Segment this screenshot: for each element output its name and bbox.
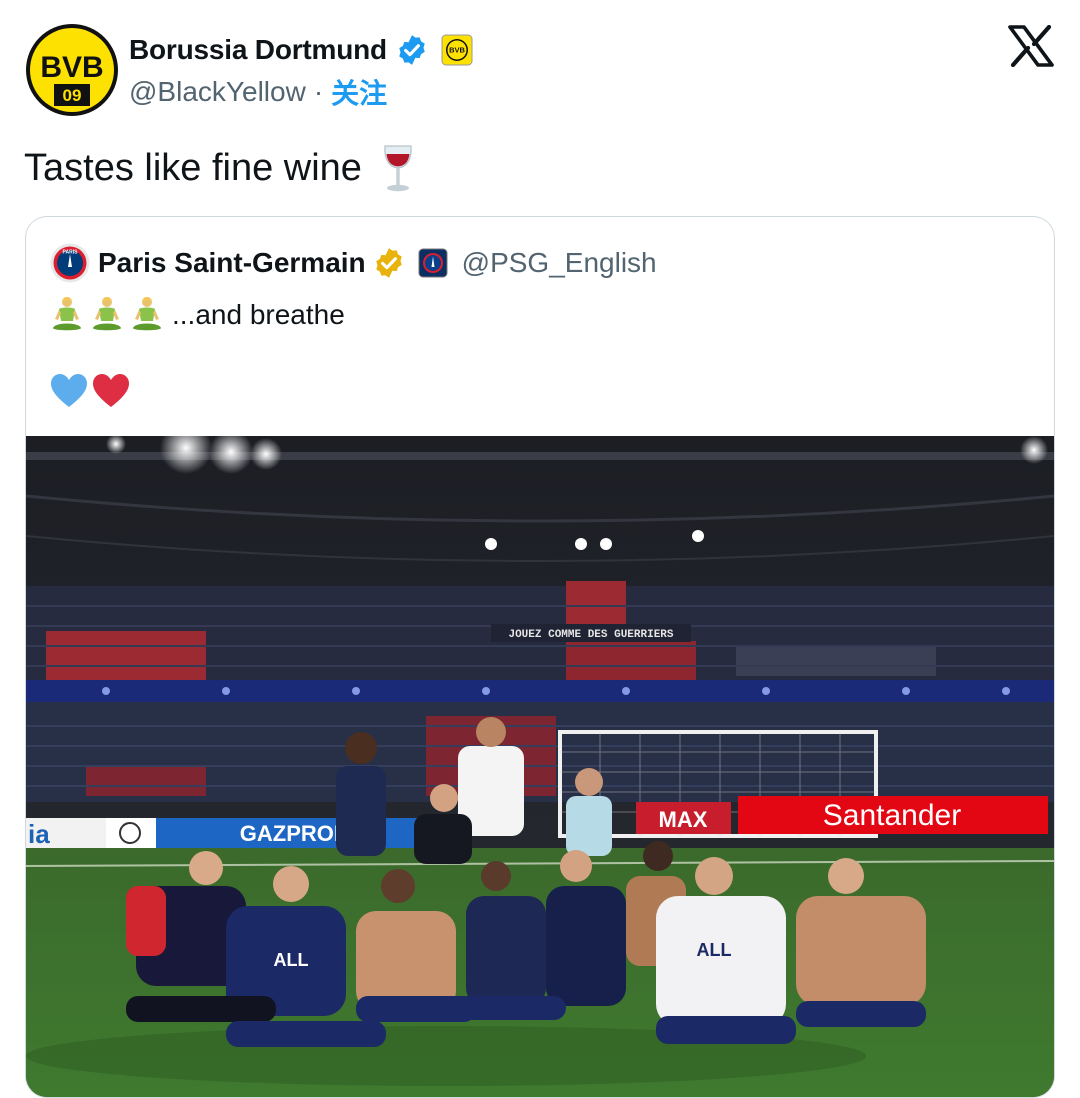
photo-sponsor-3: ia xyxy=(28,819,50,849)
gold-verified-badge-icon xyxy=(375,248,402,278)
follow-button[interactable]: 关注 xyxy=(331,72,387,112)
photo-sponsor-1: GAZPROM xyxy=(240,821,352,846)
quoted-handle[interactable]: @PSG_English xyxy=(462,247,657,279)
quoted-avatar[interactable]: PARIS xyxy=(50,243,90,283)
author-name[interactable]: Borussia Dortmund xyxy=(129,34,387,66)
person-in-lotus-position-icon xyxy=(93,297,121,331)
photo-sponsor-2: Santander xyxy=(823,799,961,832)
wine-glass-icon xyxy=(384,145,412,192)
person-in-lotus-position-icon xyxy=(133,297,161,331)
quoted-text: ...and breathe xyxy=(172,299,345,330)
quoted-tweet-card[interactable]: PARIS Paris Saint-Germain @PSG_English .… xyxy=(25,216,1055,1098)
quoted-avatar-label: PARIS xyxy=(63,250,79,256)
quoted-header: PARIS Paris Saint-Germain @PSG_English xyxy=(50,243,657,283)
jersey-text: ALL xyxy=(274,950,309,970)
tweet-text: Tastes like fine wine xyxy=(24,146,362,189)
author-name-row: Borussia Dortmund BVB xyxy=(129,30,473,70)
avatar-year: 09 xyxy=(63,86,82,105)
author-avatar[interactable]: BVB 09 xyxy=(24,22,120,118)
tweet-text-row: Tastes like fine wine xyxy=(24,140,418,196)
person-in-lotus-position-icon xyxy=(53,297,81,331)
quoted-text-row: ...and breathe xyxy=(50,293,345,337)
photo-banner-text: JOUEZ COMME DES GUERRIERS xyxy=(508,629,673,641)
affiliate-badge-icon: BVB xyxy=(441,34,473,66)
avatar-label: BVB xyxy=(40,51,103,84)
photo-ad-text: MAX xyxy=(659,807,708,832)
stadium-team-photo[interactable]: JOUEZ COMME DES GUERRIERS ia GAZPROM MAX xyxy=(26,436,1054,1097)
author-handle-row: @BlackYellow · 关注 xyxy=(129,74,387,110)
author-handle[interactable]: @BlackYellow xyxy=(129,76,306,108)
quoted-name[interactable]: Paris Saint-Germain xyxy=(98,247,366,279)
blue-heart-icon xyxy=(51,374,87,407)
quoted-hearts xyxy=(50,373,134,409)
red-heart-icon xyxy=(93,374,129,407)
separator-dot: · xyxy=(313,76,324,107)
quoted-affiliate-badge-icon xyxy=(418,248,448,278)
x-logo-icon[interactable] xyxy=(1008,25,1054,67)
affiliate-badge-label: BVB xyxy=(449,46,465,55)
jersey-text-2: ALL xyxy=(697,940,732,960)
verified-badge-icon xyxy=(399,35,425,65)
